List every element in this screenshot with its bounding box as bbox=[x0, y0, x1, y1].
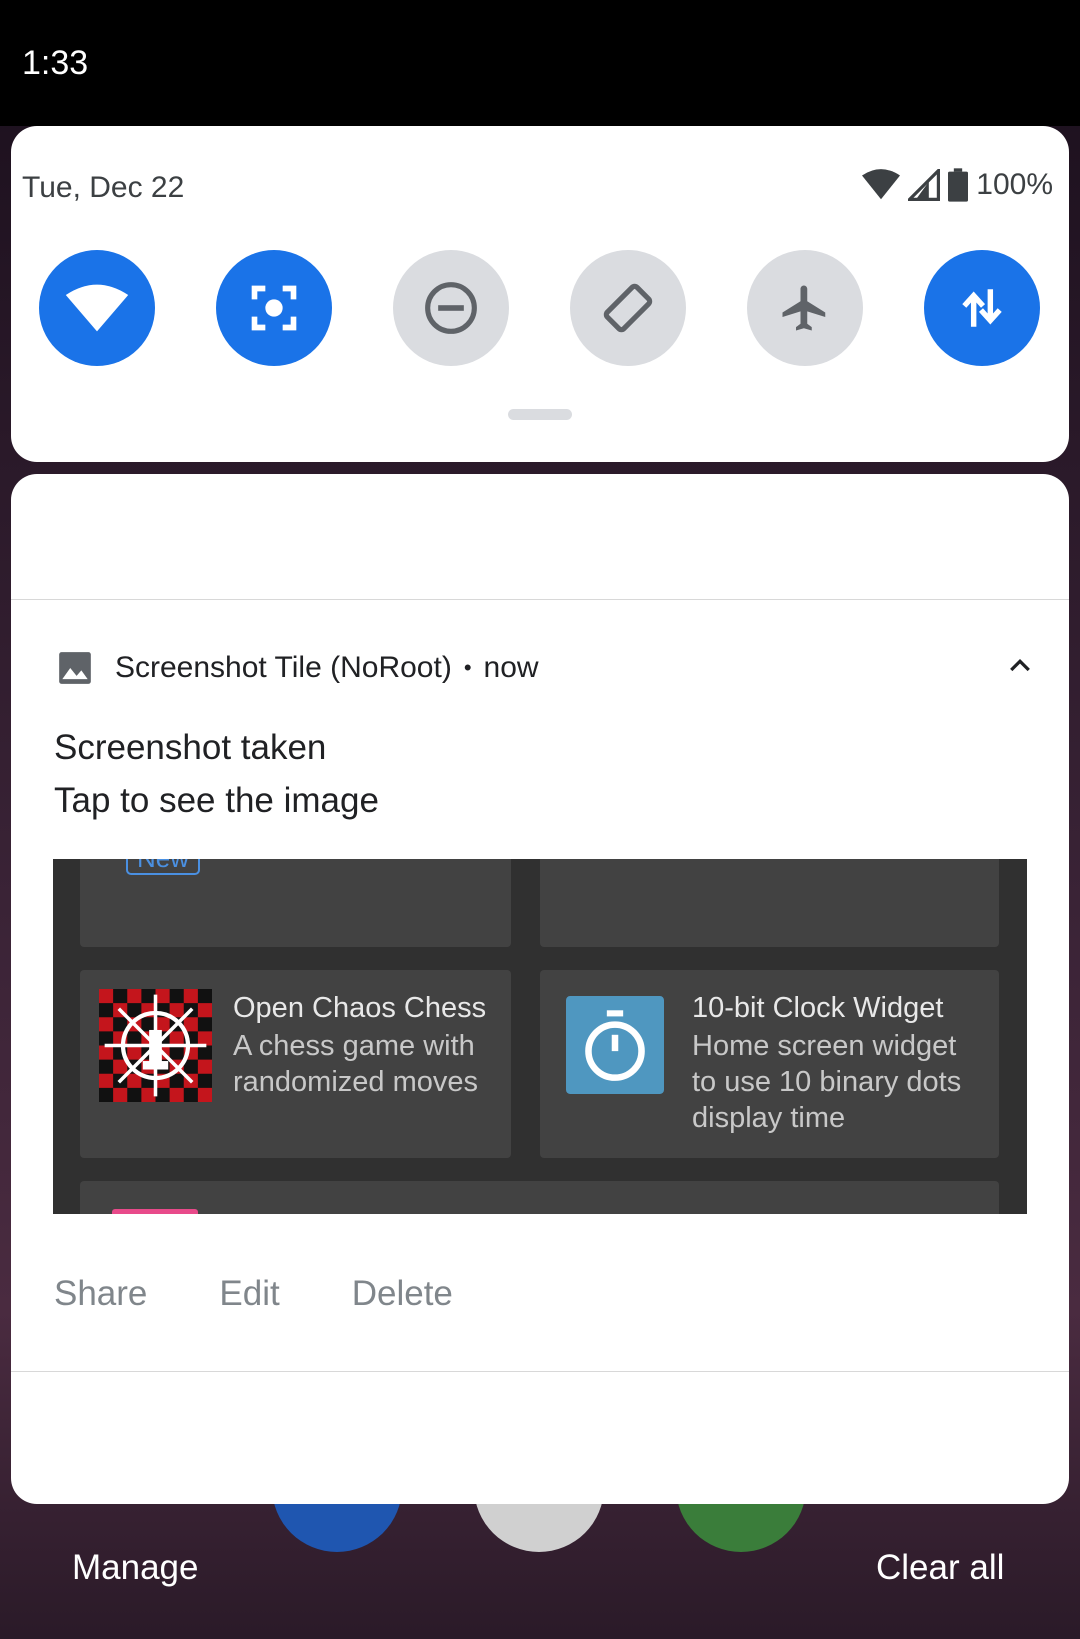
new-badge: New bbox=[126, 859, 201, 875]
status-bar: 1:33 bbox=[0, 0, 1080, 126]
preview-card-icon bbox=[112, 1209, 198, 1214]
airplane-icon bbox=[782, 285, 826, 331]
share-button[interactable]: Share bbox=[54, 1274, 147, 1314]
quick-settings-panel: Tue, Dec 22 100% bbox=[11, 126, 1069, 462]
qs-date: Tue, Dec 22 bbox=[22, 171, 185, 204]
do-not-disturb-icon bbox=[425, 282, 477, 334]
tile-mobile-data[interactable] bbox=[924, 250, 1040, 366]
tile-screenshot[interactable] bbox=[216, 250, 332, 366]
qs-status-icons: 100% bbox=[862, 168, 1053, 202]
qs-expand-handle[interactable] bbox=[508, 409, 572, 420]
preview-card: New bbox=[80, 859, 511, 947]
notification-title[interactable]: Screenshot taken bbox=[54, 728, 326, 768]
notification-header[interactable]: Screenshot Tile (NoRoot) • now bbox=[55, 648, 1035, 688]
wifi-icon bbox=[65, 284, 129, 332]
notification-time: now bbox=[483, 651, 539, 684]
divider bbox=[11, 599, 1069, 600]
screenshot-preview[interactable]: New bbox=[53, 859, 1027, 1214]
stopwatch-icon bbox=[566, 996, 664, 1094]
tile-wifi[interactable] bbox=[39, 250, 155, 366]
quick-settings-tiles bbox=[39, 250, 1049, 366]
clear-all-button[interactable]: Clear all bbox=[876, 1548, 1004, 1588]
wifi-signal-icon bbox=[862, 169, 901, 201]
notification-actions: Share Edit Delete bbox=[54, 1274, 453, 1314]
preview-card bbox=[540, 859, 999, 947]
preview-card-title: 10-bit Clock Widget bbox=[692, 992, 944, 1024]
collapse-chevron-icon[interactable] bbox=[1005, 650, 1035, 685]
preview-card bbox=[80, 1181, 999, 1214]
edit-button[interactable]: Edit bbox=[219, 1274, 279, 1314]
image-icon bbox=[55, 648, 95, 688]
divider bbox=[11, 1371, 1069, 1372]
screenshot-icon bbox=[251, 285, 297, 331]
status-time: 1:33 bbox=[22, 44, 89, 82]
auto-rotate-icon bbox=[603, 283, 653, 333]
battery-percent: 100% bbox=[976, 168, 1053, 201]
header-separator: • bbox=[463, 655, 472, 680]
notification-app-name: Screenshot Tile (NoRoot) bbox=[115, 651, 452, 684]
tile-do-not-disturb[interactable] bbox=[393, 250, 509, 366]
notification-shade: Screenshot Tile (NoRoot) • now Screensho… bbox=[11, 474, 1069, 1504]
preview-card-clock-widget: 10-bit Clock Widget Home screen widget t… bbox=[540, 970, 999, 1158]
preview-card-desc: A chess game with randomized moves bbox=[233, 1030, 478, 1098]
battery-icon bbox=[948, 168, 969, 202]
preview-card-title: Open Chaos Chess bbox=[233, 992, 487, 1024]
tile-airplane-mode[interactable] bbox=[747, 250, 863, 366]
cell-signal-icon bbox=[908, 169, 941, 201]
preview-card-chaos-chess: Open Chaos Chess A chess game with rando… bbox=[80, 970, 511, 1158]
manage-button[interactable]: Manage bbox=[72, 1548, 198, 1588]
chaos-chess-icon bbox=[99, 989, 212, 1102]
mobile-data-icon bbox=[962, 289, 1002, 327]
notification-text[interactable]: Tap to see the image bbox=[54, 781, 379, 821]
preview-card-desc: Home screen widget to use 10 binary dots… bbox=[692, 1030, 962, 1134]
delete-button[interactable]: Delete bbox=[352, 1274, 453, 1314]
tile-auto-rotate[interactable] bbox=[570, 250, 686, 366]
